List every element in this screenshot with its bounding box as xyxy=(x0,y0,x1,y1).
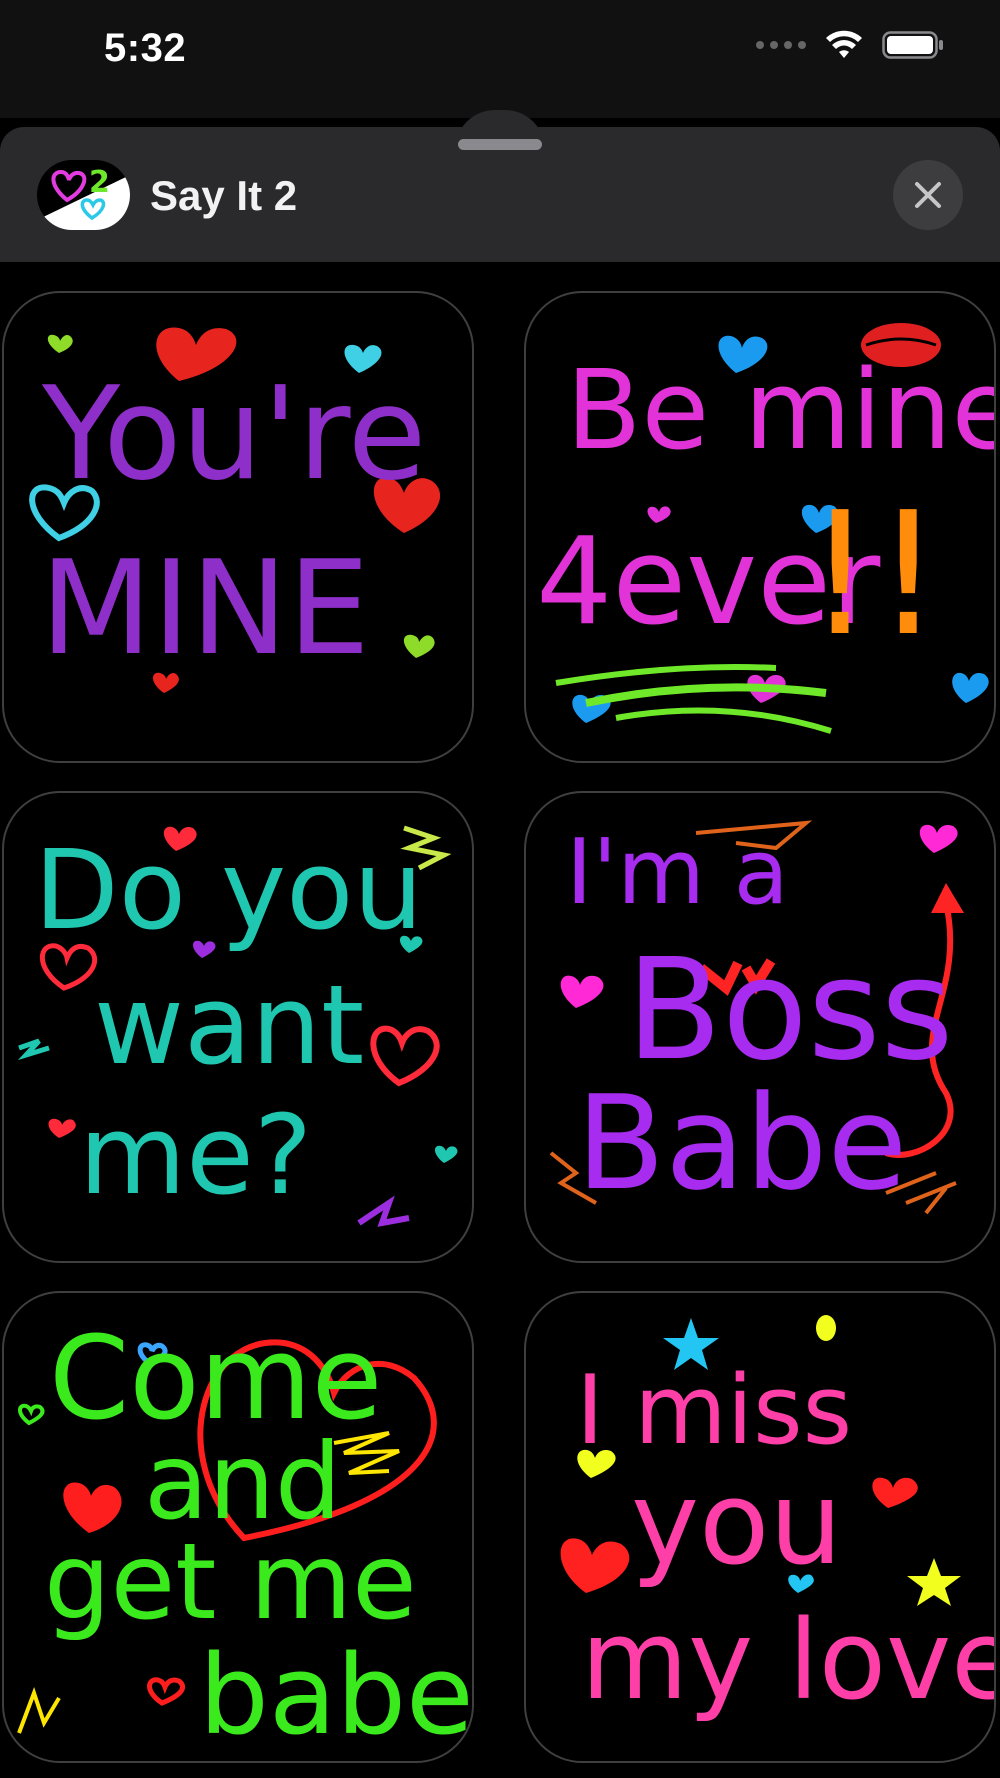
sticker-do-you-want-me[interactable]: Do you want me? xyxy=(2,791,474,1263)
heart-icon xyxy=(435,1145,458,1163)
close-button[interactable] xyxy=(893,160,963,230)
heart-icon xyxy=(919,824,958,853)
cellular-signal-icon xyxy=(756,41,806,49)
heart-icon xyxy=(560,1538,630,1593)
sticker-5-line-3: get me xyxy=(44,1521,417,1643)
sticker-i-miss-you-my-love[interactable]: I miss you my love xyxy=(524,1291,996,1763)
battery-icon xyxy=(882,31,943,59)
sticker-4-line-1: I'm a xyxy=(566,820,789,925)
heart-icon xyxy=(147,1677,186,1706)
sticker-1-line-2: MINE xyxy=(40,532,370,684)
arrow-icon xyxy=(931,883,964,913)
heart-icon xyxy=(47,334,73,353)
status-bar: 5:32 xyxy=(0,0,1000,118)
sticker-3-line-2: want xyxy=(94,961,364,1089)
heart-icon xyxy=(872,1477,918,1508)
status-time: 5:32 xyxy=(104,26,187,70)
sticker-youre-mine[interactable]: You're MINE xyxy=(2,291,474,763)
sticker-1-line-1: You're xyxy=(41,360,426,509)
app-title: Say It 2 xyxy=(150,172,298,219)
sticker-6-line-1: I miss xyxy=(576,1356,852,1466)
sticker-3-line-3: me? xyxy=(79,1091,312,1219)
sticker-come-and-get-me-babe[interactable]: Come and get me babe xyxy=(2,1291,474,1763)
sticker-4-line-3: Babe xyxy=(576,1067,907,1219)
status-icons xyxy=(756,30,944,60)
heart-icon xyxy=(18,1403,45,1426)
app-icon: 2 xyxy=(37,160,130,230)
wifi-icon xyxy=(826,30,862,58)
sticker-3-line-1: Do you xyxy=(34,826,423,954)
sheet-grabber[interactable] xyxy=(458,139,542,150)
sticker-2-line-1: Be mine xyxy=(566,346,996,474)
sticker-6-line-3: my love xyxy=(581,1596,996,1724)
heart-icon xyxy=(370,1025,440,1087)
heart-icon xyxy=(952,672,989,703)
heart-icon xyxy=(403,634,435,658)
sticker-2-line-3: !! xyxy=(806,476,942,674)
sticker-be-mine-4ever[interactable]: Be mine 4ever !! xyxy=(524,291,996,763)
heart-icon xyxy=(560,975,604,1008)
sticker-im-a-boss-babe[interactable]: I'm a Boss Babe xyxy=(524,791,996,1263)
sticker-5-line-4: babe xyxy=(199,1631,474,1759)
close-icon xyxy=(915,182,941,208)
heart-icon xyxy=(48,1118,76,1138)
sticker-6-line-2: you xyxy=(631,1457,842,1591)
svg-text:2: 2 xyxy=(89,165,110,200)
